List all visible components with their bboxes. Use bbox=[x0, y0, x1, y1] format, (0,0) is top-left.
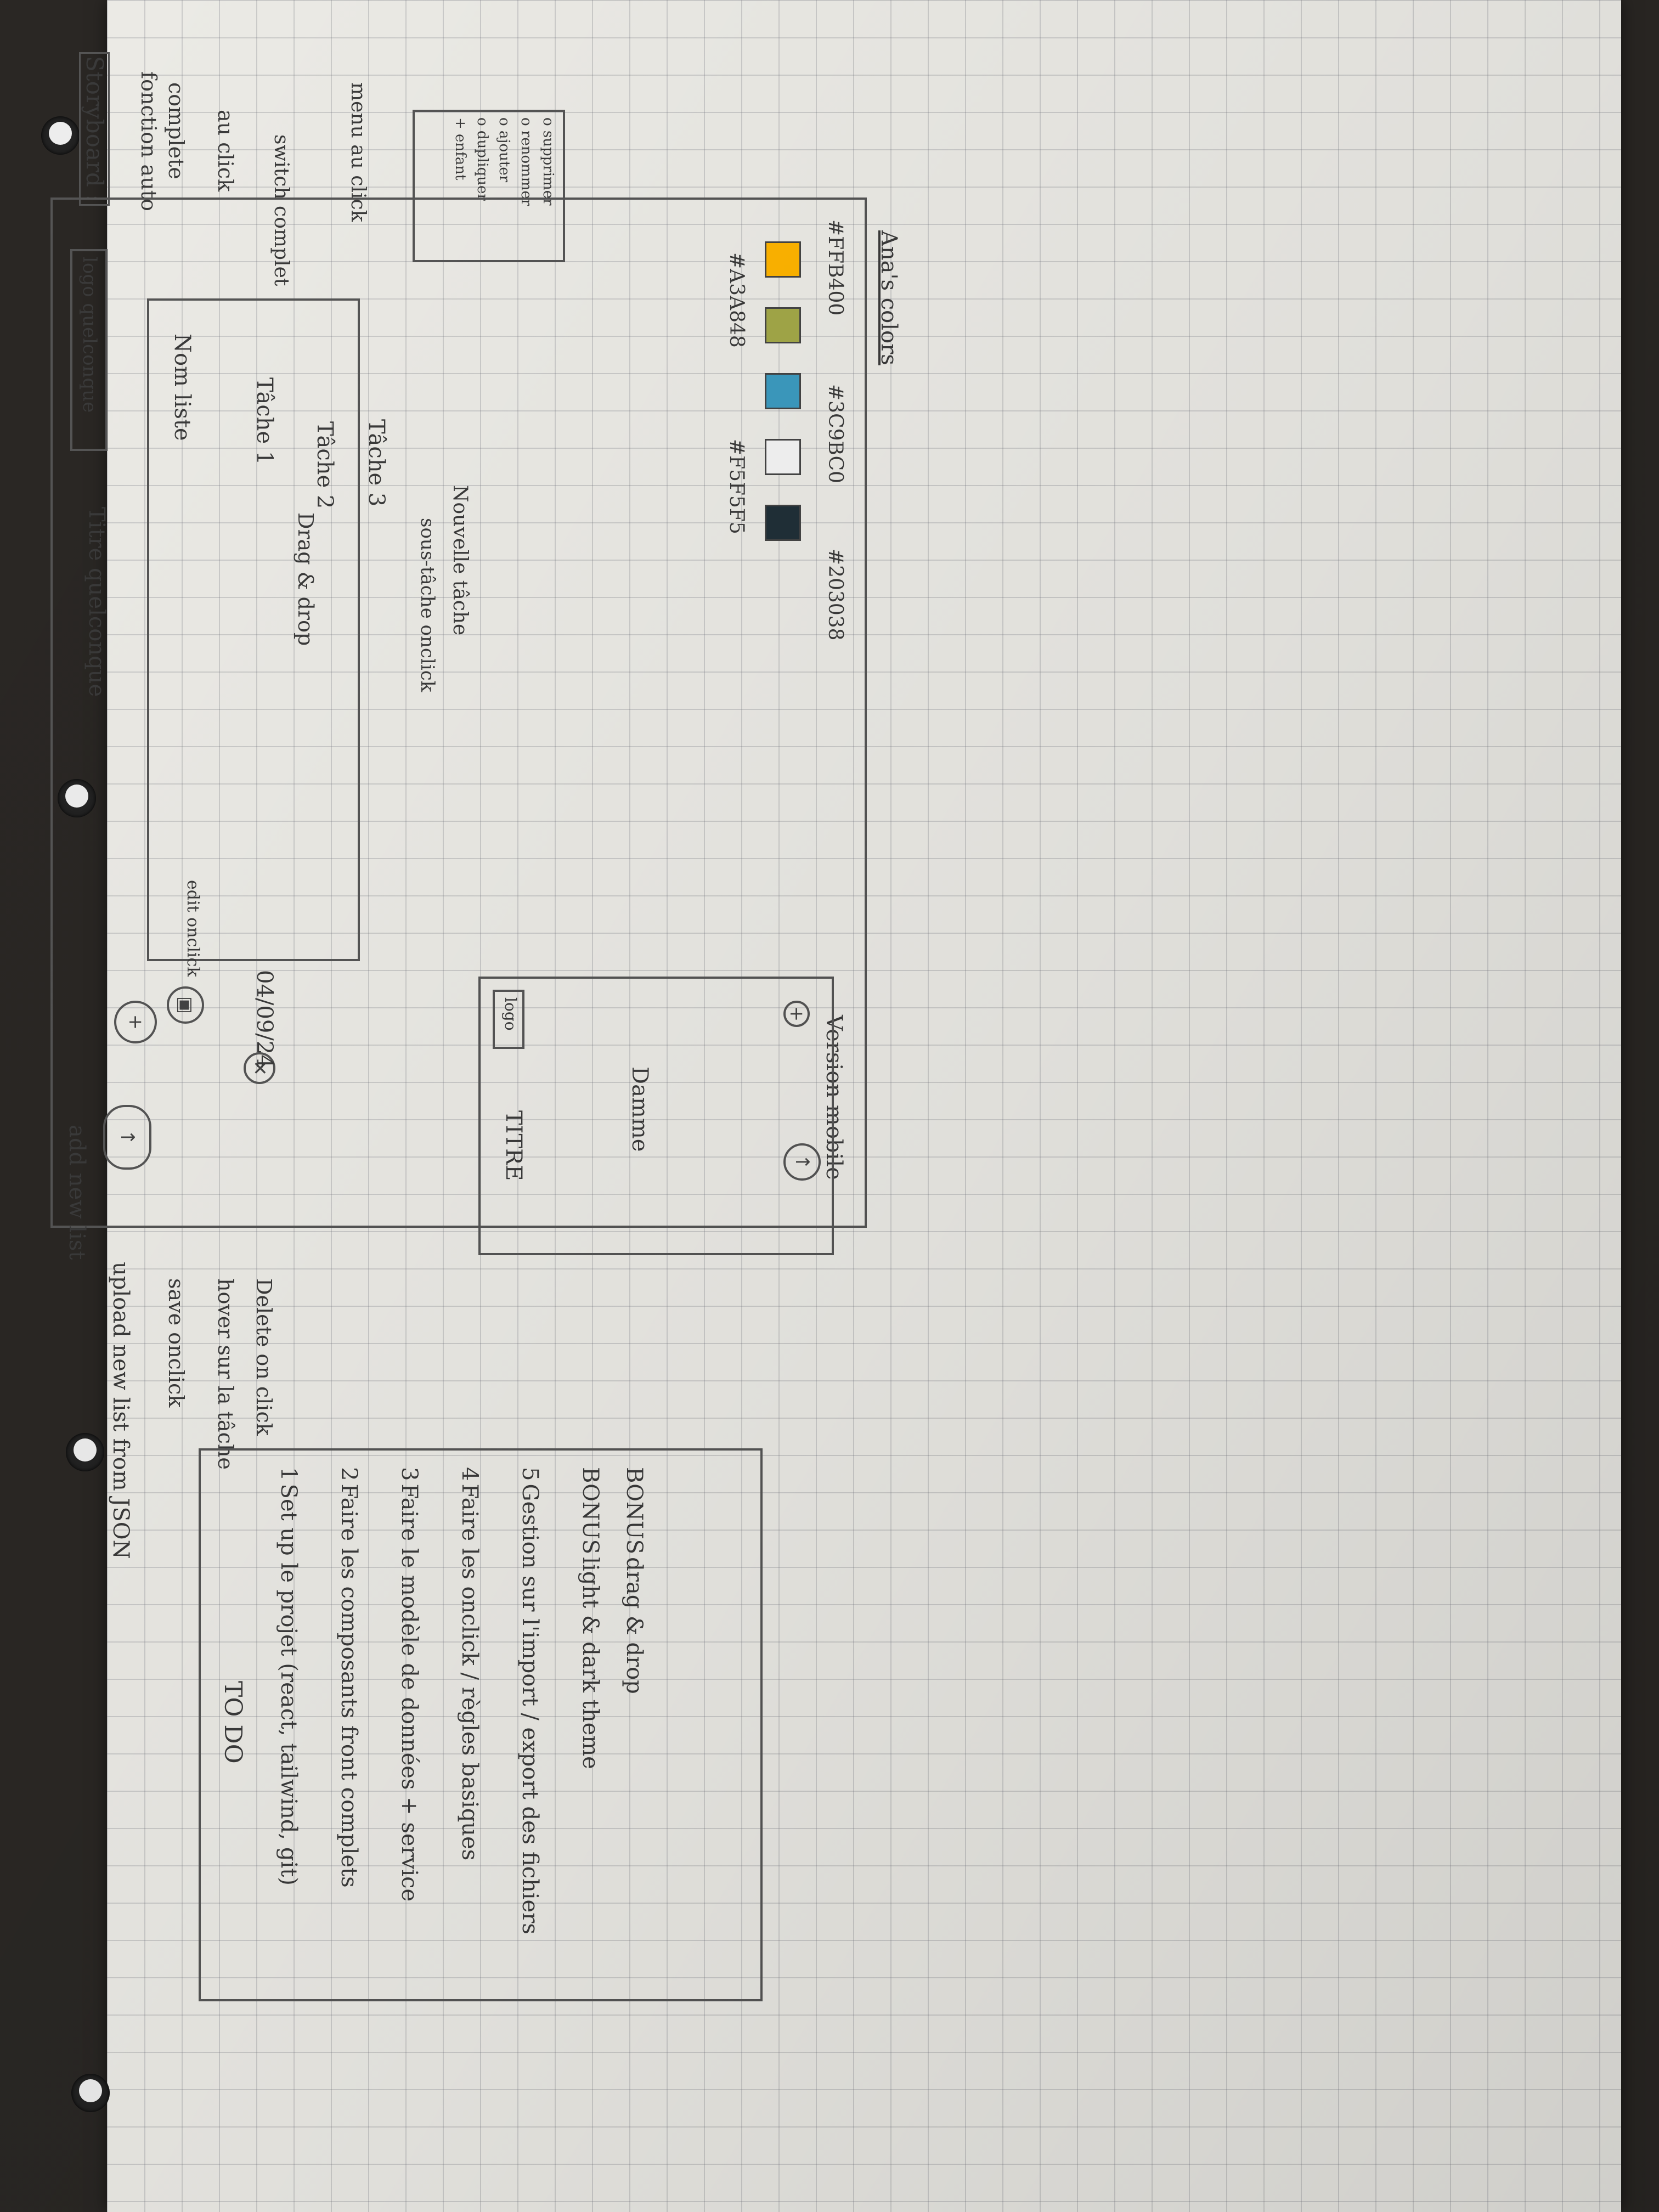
subtask-note: sous-tâche onclick bbox=[416, 518, 438, 692]
swatch bbox=[765, 373, 801, 409]
note-hover: hover sur la tâche bbox=[213, 1278, 238, 1470]
todo-text: Set up le projet (react, tailwind, git) bbox=[276, 1483, 301, 1886]
note-delete: Delete on click bbox=[252, 1278, 276, 1436]
save-icon[interactable]: ▣ bbox=[167, 986, 204, 1024]
todo-number: 2 bbox=[336, 1467, 362, 1481]
upload-icon[interactable]: ↑ bbox=[103, 1105, 151, 1170]
swatch-label: #F5F5F5 bbox=[725, 439, 748, 534]
todo-item: BONUS light & dark theme bbox=[578, 1467, 603, 1769]
swatch bbox=[765, 241, 801, 278]
edit-note: edit onclick bbox=[183, 880, 202, 977]
note-au-click: au click bbox=[213, 110, 238, 192]
mobile-title: TITRE bbox=[501, 1110, 526, 1181]
logo-text: logo quelconque bbox=[78, 257, 100, 413]
desktop-title: Titre quelconque bbox=[84, 507, 109, 697]
todo-item: 5 Gestion sur l'import / export des fich… bbox=[517, 1467, 543, 1934]
todo-text: Faire les onclick / règles basiques bbox=[457, 1483, 482, 1861]
swatch-label: #FFB400 bbox=[824, 219, 847, 316]
todo-item: 1 Set up le projet (react, tailwind, git… bbox=[276, 1467, 301, 1886]
todo-item: 3 Faire le modèle de données + service bbox=[397, 1467, 422, 1902]
swatch-label: #A3A848 bbox=[725, 252, 748, 348]
todo-item: 4 Faire les onclick / règles basiques bbox=[457, 1467, 482, 1861]
drag-drop-note: Drag & drop bbox=[294, 512, 318, 646]
note-complete: complete bbox=[164, 82, 188, 179]
list-card: Nom liste Tâche 1 Tâche 2 ▣ ✕ 04/09/24 bbox=[147, 298, 360, 1084]
todo-item: 2 Faire les composants front complets bbox=[336, 1467, 362, 1888]
todo-box: TO DO 1 Set up le projet (react, tailwin… bbox=[199, 1448, 763, 2001]
colors-label: Ana's colors bbox=[876, 230, 901, 365]
todo-text: Gestion sur l'import / export des fichie… bbox=[517, 1483, 543, 1934]
note-add-list: add new list bbox=[64, 1125, 89, 1260]
note-fonction-auto: fonction auto bbox=[137, 71, 161, 211]
storyboard-title: Storyboard : bbox=[79, 52, 110, 206]
mobile-logo-box: logo bbox=[493, 990, 524, 1049]
todo-text: Faire le modèle de données + service bbox=[397, 1483, 422, 1902]
swatch-label: #203038 bbox=[824, 549, 847, 641]
todo-number: 1 bbox=[276, 1467, 301, 1481]
todo-number: 4 bbox=[457, 1467, 482, 1481]
task-item[interactable]: Tâche 1 bbox=[252, 377, 277, 465]
swatch bbox=[765, 505, 801, 541]
sketch-layer: Storyboard : fonction auto complete au c… bbox=[0, 0, 1514, 2212]
task-item[interactable]: Tâche 2 bbox=[312, 421, 337, 509]
swatch bbox=[765, 307, 801, 343]
todo-number: 5 bbox=[517, 1467, 543, 1481]
todo-text: light & dark theme bbox=[578, 1557, 603, 1769]
add-list-icon[interactable]: + bbox=[114, 1001, 157, 1043]
list-name[interactable]: Nom liste bbox=[170, 334, 195, 441]
swatch-label: #3C9BC0 bbox=[824, 384, 847, 484]
mobile-name: Damme bbox=[627, 1066, 652, 1152]
todo-number: 3 bbox=[397, 1467, 422, 1481]
swatch bbox=[765, 439, 801, 475]
mobile-add-icon[interactable]: + bbox=[783, 1001, 810, 1027]
new-task[interactable]: Nouvelle tâche bbox=[449, 485, 471, 635]
mobile-logo: logo bbox=[501, 997, 520, 1031]
todo-item: BONUS drag & drop bbox=[622, 1467, 647, 1694]
task-date: 04/09/24 bbox=[252, 970, 277, 1069]
todo-number: BONUS bbox=[578, 1467, 603, 1555]
task-item[interactable]: Tâche 3 bbox=[364, 419, 389, 506]
todo-text: Faire les composants front complets bbox=[336, 1483, 362, 1888]
mobile-upload-icon[interactable]: ↑ bbox=[783, 1143, 821, 1181]
todo-title: TO DO bbox=[219, 1681, 247, 1764]
mobile-wireframe: logo TITRE Damme + ↑ bbox=[478, 977, 834, 1255]
note-upload: upload new list from JSON bbox=[108, 1262, 133, 1559]
note-save: save onclick bbox=[164, 1278, 188, 1408]
todo-number: BONUS bbox=[622, 1467, 647, 1555]
logo-box: logo quelconque bbox=[70, 249, 108, 451]
todo-text: drag & drop bbox=[622, 1557, 647, 1694]
